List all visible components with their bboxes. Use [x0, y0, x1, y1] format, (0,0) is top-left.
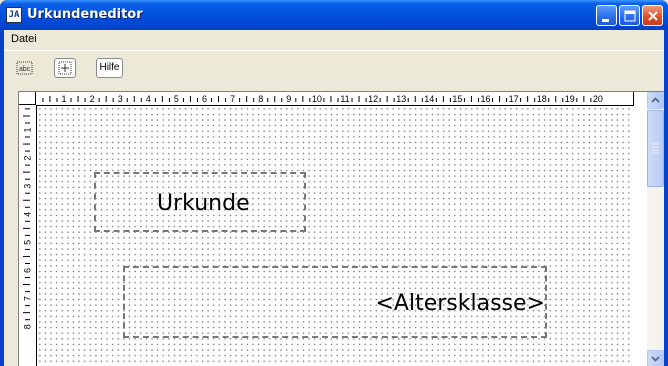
insert-image-field-button[interactable]	[54, 58, 76, 78]
ruler-label: 12	[368, 94, 378, 104]
close-button[interactable]	[642, 5, 663, 26]
ruler-label: 10	[312, 94, 322, 104]
window-title: Urkundeneditor	[27, 7, 143, 22]
ruler-label: 3	[118, 94, 123, 104]
ruler-label: 2	[22, 156, 32, 161]
ruler-label: 9	[286, 94, 291, 104]
close-icon	[648, 11, 658, 21]
ruler-corner	[19, 92, 36, 105]
vertical-scrollbar[interactable]	[647, 92, 664, 366]
help-button[interactable]: Hilfe	[96, 58, 123, 78]
title-bar[interactable]: JA Urkundeneditor	[0, 0, 668, 30]
ruler-label: 1	[61, 94, 66, 104]
ruler-label: 4	[22, 212, 32, 217]
client-area: Datei abc Hilfe 1 2 3 4 5 6 7 8 9 10 11 12 13 14 15 16 1…	[4, 30, 664, 366]
ruler-label: 8	[22, 324, 32, 329]
svg-text:abc: abc	[19, 66, 31, 73]
ruler-label: 3	[22, 184, 32, 189]
app-window: JA Urkundeneditor Datei abc Hilfe 1 2 3 …	[0, 0, 668, 366]
scroll-down-button[interactable]	[647, 350, 664, 366]
ruler-label: 6	[22, 268, 32, 273]
ruler-label: 18	[537, 94, 547, 104]
ruler-label: 11	[340, 94, 349, 104]
scroll-up-button[interactable]	[647, 92, 664, 109]
minimize-button[interactable]	[596, 5, 617, 26]
ruler-label: 5	[22, 240, 32, 245]
ruler-label: 7	[230, 94, 235, 104]
app-icon: JA	[6, 7, 22, 23]
ruler-label: 1	[22, 127, 32, 132]
maximize-button[interactable]	[619, 5, 640, 26]
chevron-up-icon	[651, 97, 660, 103]
ruler-label: 16	[480, 94, 490, 104]
ruler-label: 8	[258, 94, 263, 104]
age-class-text: <Altersklasse>	[375, 291, 546, 316]
ruler-label: 7	[22, 296, 32, 301]
ruler-label: 19	[565, 94, 575, 104]
insert-text-field-icon: abc	[16, 61, 33, 75]
age-class-field[interactable]: <Altersklasse>	[123, 266, 547, 338]
ruler-label: 6	[202, 94, 207, 104]
chevron-down-icon	[651, 356, 660, 362]
ruler-label: 15	[452, 94, 462, 104]
minimize-icon	[602, 19, 609, 22]
menu-datei[interactable]: Datei	[7, 32, 41, 46]
certificate-title-text: Urkunde	[157, 191, 250, 216]
scroll-thumb[interactable]	[647, 110, 664, 187]
toolbar: abc Hilfe	[4, 50, 664, 85]
insert-text-field-button[interactable]: abc	[13, 58, 37, 78]
certificate-title-field[interactable]: Urkunde	[94, 172, 306, 232]
insert-image-field-icon	[58, 61, 72, 75]
maximize-icon	[624, 10, 636, 22]
menu-bar: Datei	[4, 30, 664, 49]
ruler-label: 13	[396, 94, 406, 104]
ruler-label: 20	[593, 94, 603, 104]
ruler-label: 4	[146, 94, 151, 104]
ruler-label: 17	[509, 94, 519, 104]
horizontal-ruler: 1 2 3 4 5 6 7 8 9 10 11 12 13 14 15 16 17 18 19 20	[36, 92, 634, 106]
ruler-label: 5	[174, 94, 179, 104]
ruler-label: 2	[90, 94, 95, 104]
ruler-label: 14	[424, 94, 434, 104]
vertical-ruler: 1 2 3 4 5 6 7 8	[19, 105, 37, 366]
grip-icon	[652, 143, 659, 154]
editor-canvas[interactable]: 1 2 3 4 5 6 7 8 9 10 11 12 13 14 15 16 17 18 19 20 12345678…	[18, 91, 664, 366]
